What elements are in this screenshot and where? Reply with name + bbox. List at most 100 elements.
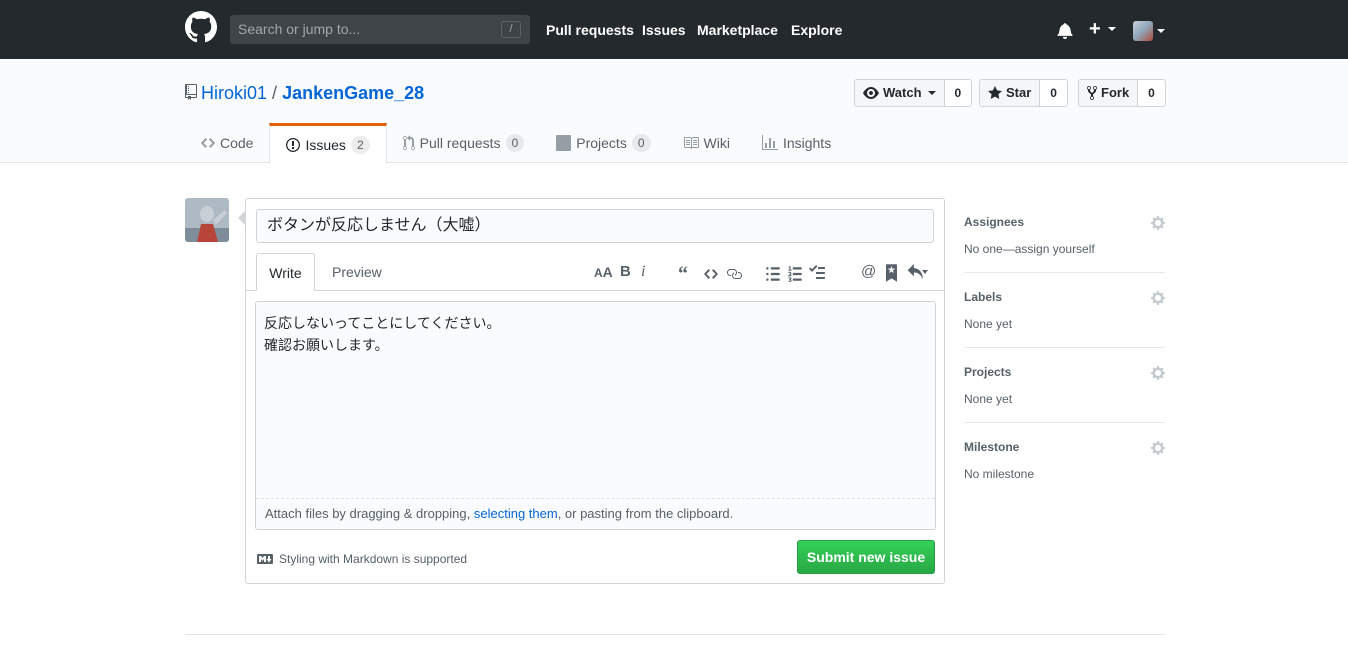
- reply-caret-icon[interactable]: [922, 270, 928, 274]
- quote-icon[interactable]: “: [678, 263, 688, 285]
- watch-label: Watch: [883, 85, 922, 100]
- markdown-support-note[interactable]: Styling with Markdown is supported: [257, 552, 467, 566]
- sidebar-labels: Labels None yet: [964, 290, 1165, 331]
- fork-button-group: Fork 0: [1078, 79, 1166, 107]
- author-avatar[interactable]: [185, 198, 229, 242]
- watch-button[interactable]: Watch: [854, 79, 945, 107]
- global-header: Search or jump to... / Pull requests Iss…: [0, 0, 1348, 59]
- watch-count[interactable]: 0: [944, 79, 973, 107]
- tab-projects[interactable]: Projects 0: [540, 123, 666, 163]
- file-attachment-hint: Attach files by dragging & dropping, sel…: [256, 498, 935, 529]
- tab-insights[interactable]: Insights: [746, 123, 847, 163]
- project-icon: [556, 135, 572, 151]
- projects-value: None yet: [964, 392, 1013, 406]
- repo-owner-link[interactable]: Hiroki01: [201, 83, 267, 103]
- tab-projects-label: Projects: [576, 135, 627, 151]
- tasklist-icon[interactable]: [809, 264, 825, 282]
- tab-pull-requests-label: Pull requests: [419, 135, 501, 151]
- unordered-list-icon[interactable]: [766, 265, 780, 283]
- star-button[interactable]: Star: [979, 79, 1041, 107]
- search-placeholder: Search or jump to...: [238, 21, 361, 37]
- issues-counter: 2: [350, 136, 370, 154]
- fork-label: Fork: [1101, 85, 1130, 100]
- labels-value: None yet: [964, 317, 1013, 331]
- nav-marketplace[interactable]: Marketplace: [697, 21, 778, 39]
- code-icon: [201, 138, 215, 148]
- github-logo-icon[interactable]: [185, 11, 217, 43]
- nav-explore[interactable]: Explore: [791, 21, 842, 39]
- footer-divider: [185, 634, 1165, 635]
- issue-opened-icon: [286, 138, 301, 152]
- tab-wiki[interactable]: Wiki: [667, 123, 746, 163]
- gear-icon[interactable]: [1151, 290, 1165, 306]
- sidebar-milestone: Milestone No milestone: [964, 440, 1165, 481]
- sidebar-assignees: Assignees No one—assign yourself: [964, 215, 1165, 256]
- tab-code-label: Code: [220, 135, 254, 151]
- submit-new-issue-button[interactable]: Submit new issue: [797, 540, 935, 574]
- markdown-note-text: Styling with Markdown is supported: [279, 552, 468, 566]
- book-icon: [683, 137, 699, 149]
- star-icon: [988, 86, 1002, 99]
- gear-icon[interactable]: [1151, 215, 1165, 231]
- tab-pull-requests[interactable]: Pull requests 0: [387, 123, 541, 163]
- tab-issues[interactable]: Issues 2: [269, 123, 387, 164]
- code-icon[interactable]: [704, 265, 718, 283]
- user-menu-caret-icon[interactable]: [1157, 29, 1165, 33]
- preview-tab[interactable]: Preview: [332, 253, 382, 291]
- ordered-list-icon[interactable]: [788, 265, 802, 283]
- sidebar-projects: Projects None yet: [964, 365, 1165, 406]
- bold-icon[interactable]: B: [620, 263, 631, 281]
- projects-counter: 0: [631, 134, 651, 152]
- search-shortcut-hint: /: [501, 21, 521, 38]
- watch-caret-icon: [927, 91, 936, 95]
- graph-icon: [761, 135, 778, 150]
- tab-wiki-label: Wiki: [703, 135, 730, 151]
- mention-icon[interactable]: @: [861, 263, 876, 281]
- fork-count[interactable]: 0: [1138, 79, 1166, 107]
- milestone-value: No milestone: [964, 467, 1035, 481]
- issue-body-textarea[interactable]: 反応しないってことにしてください。 確認お願いします。 Attach files…: [255, 301, 936, 530]
- projects-heading: Projects: [964, 365, 1012, 379]
- attach-prefix: Attach files by dragging & dropping,: [265, 506, 474, 521]
- sidebar-divider: [964, 272, 1165, 273]
- user-avatar[interactable]: [1133, 21, 1153, 41]
- assignees-value[interactable]: No one—assign yourself: [964, 242, 1095, 256]
- bookmark-icon[interactable]: [886, 264, 897, 282]
- header-text-icon[interactable]: AA: [594, 263, 613, 281]
- gear-icon[interactable]: [1151, 365, 1165, 381]
- new-issue-form: ボタンが反応しません（大嘘） Write Preview AA B i “ @ …: [238, 198, 945, 584]
- editor-tabnav: Write Preview AA B i “ @: [246, 253, 944, 291]
- avatar-image: [185, 198, 229, 242]
- tab-issues-label: Issues: [305, 137, 346, 153]
- write-tab[interactable]: Write: [256, 253, 315, 291]
- pull-request-icon: [402, 135, 415, 150]
- repo-name-link[interactable]: JankenGame_28: [282, 83, 424, 103]
- italic-icon[interactable]: i: [641, 263, 645, 281]
- milestone-heading: Milestone: [964, 440, 1020, 454]
- attach-suffix: , or pasting from the clipboard.: [557, 506, 734, 521]
- gear-icon[interactable]: [1151, 440, 1165, 456]
- create-new-plus-icon[interactable]: +: [1089, 17, 1101, 41]
- nav-issues[interactable]: Issues: [642, 21, 686, 39]
- fork-button[interactable]: Fork: [1078, 79, 1139, 107]
- repo-nav-tabs: Code Issues 2 Pull requests 0 Projects 0…: [185, 123, 847, 164]
- search-input[interactable]: Search or jump to... /: [230, 15, 530, 44]
- star-count[interactable]: 0: [1040, 79, 1068, 107]
- assignees-heading: Assignees: [964, 215, 1025, 229]
- tab-insights-label: Insights: [782, 135, 832, 151]
- create-dropdown-caret-icon[interactable]: [1108, 27, 1116, 31]
- star-button-group: Star 0: [979, 79, 1068, 107]
- repository-header: Hiroki01 / JankenGame_28 Watch 0 Star 0 …: [0, 59, 1348, 164]
- markdown-icon: [257, 554, 273, 564]
- repo-separator: /: [272, 83, 278, 103]
- link-icon[interactable]: [726, 265, 742, 283]
- labels-heading: Labels: [964, 290, 1003, 304]
- reply-icon[interactable]: [907, 264, 923, 282]
- select-files-link[interactable]: selecting them: [474, 506, 558, 521]
- nav-pull-requests[interactable]: Pull requests: [546, 21, 634, 39]
- sidebar-divider: [964, 347, 1165, 348]
- issue-title-input[interactable]: ボタンが反応しません（大嘘）: [256, 209, 934, 243]
- pull-requests-counter: 0: [505, 134, 525, 152]
- bell-icon[interactable]: [1057, 22, 1073, 39]
- tab-code[interactable]: Code: [185, 123, 269, 163]
